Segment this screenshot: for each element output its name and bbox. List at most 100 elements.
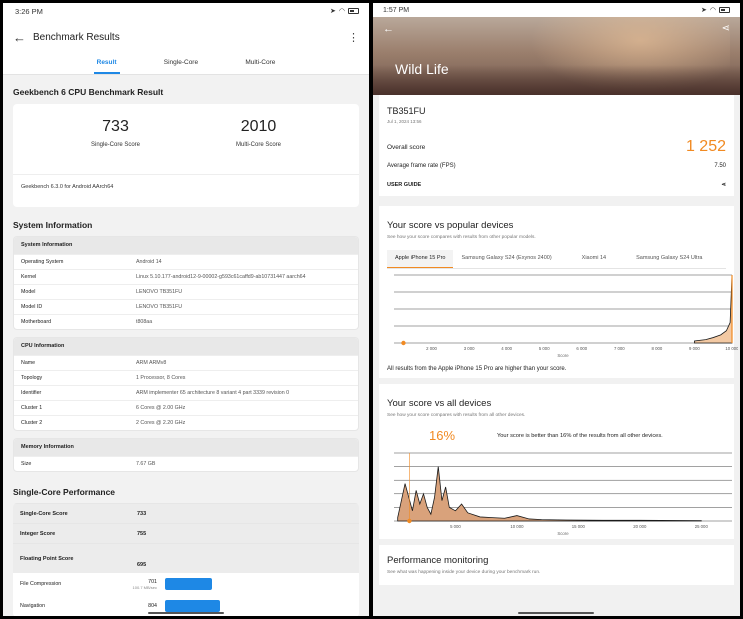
x-tick-label: 6 000 — [576, 346, 587, 351]
x-tick-label: 10 000 — [725, 346, 738, 351]
location-icon: ➤ — [701, 7, 707, 14]
table-row: Cluster 22 Cores @ 2.20 GHz — [14, 415, 358, 430]
status-time: 1:57 PM — [383, 6, 410, 14]
status-bar: 1:57 PM ➤ ◠ — [373, 3, 740, 17]
overall-score-label: Overall score — [387, 143, 426, 151]
result-card: TB351FU Jul 1, 2024 13:56 Overall score … — [379, 95, 734, 196]
your-score-marker — [401, 340, 406, 346]
geekbench-version: Geekbench 6.3.0 for Android AArch64 — [13, 174, 359, 199]
device-tabs: Apple iPhone 15 Pro Samsung Galaxy S24 (… — [387, 250, 726, 269]
system-info-table: System Information Operating System Andro… — [13, 236, 359, 330]
result-date: Jul 1, 2024 13:56 — [387, 119, 422, 124]
cpu-info-table: CPU Information Name ARM ARMv8 Topology 1 … — [13, 337, 359, 431]
fps-value: 7.50 — [714, 163, 726, 169]
x-axis-label: Score — [557, 531, 569, 536]
status-time: 3:26 PM — [15, 6, 43, 16]
section-description: See how your score compares with results… — [387, 235, 536, 240]
home-indicator[interactable] — [148, 612, 224, 614]
wifi-icon: ◠ — [709, 7, 716, 14]
section-title: Performance monitoring — [387, 555, 489, 566]
section-description: See what was happening inside your devic… — [387, 570, 541, 575]
tab-multi-core[interactable]: Multi-Core — [245, 55, 275, 74]
performance-monitoring-card: Performance monitoring See what was happ… — [379, 545, 734, 585]
x-tick-label: 10 000 — [510, 524, 524, 529]
section-title: Your score vs all devices — [387, 398, 492, 409]
app-bar: ← Benchmark Results ⋮ — [3, 19, 369, 55]
single-core-performance-heading: Single-Core Performance — [13, 487, 116, 497]
single-core-performance-table: Single-Core Score 733 Integer Score 755 Fl… — [13, 503, 359, 616]
table-row: Integer Score 755 — [13, 523, 359, 543]
table-row: Cluster 16 Cores @ 2.00 GHz — [14, 400, 358, 415]
x-tick-label: 9 000 — [689, 346, 700, 351]
table-row: Floating Point Score 695 — [13, 543, 359, 573]
memory-info-table: Memory Information Size 7.67 GB — [13, 438, 359, 472]
table-row: Topology 1 Processor, 8 Cores — [14, 370, 358, 385]
user-guide-link[interactable]: USER GUIDE — [387, 182, 421, 188]
x-tick-label: 15 000 — [572, 524, 586, 529]
x-tick-label: 7 000 — [614, 346, 625, 351]
multi-core-score: 2010 Multi-Core Score — [235, 118, 281, 148]
table-row: Single-Core Score 733 — [13, 503, 359, 523]
file-compression-row: File Compression 701 100.7 MB/sec — [13, 573, 359, 595]
device-name: TB351FU — [387, 106, 426, 116]
page-title: Benchmark Results — [33, 31, 120, 43]
share-icon[interactable]: ⋖ — [721, 182, 726, 188]
benchmark-title: Wild Life — [395, 61, 449, 77]
table-row: Operating System Android 14 — [14, 254, 358, 269]
percentile-value: 16% — [429, 428, 456, 443]
all-devices-card: Your score vs all devices See how your s… — [379, 384, 734, 539]
geekbench-panel: 3:26 PM ➤ ◠ ← Benchmark Results ⋮ Result… — [3, 3, 369, 616]
x-tick-label: 20 000 — [633, 524, 647, 529]
table-row: Kernel Linux 5.10.177-android12-9-00002-g… — [14, 269, 358, 284]
x-tick-label: 5 000 — [450, 524, 461, 529]
single-core-score: 733 Single-Core Score — [90, 118, 141, 148]
table-row: Model LENOVO TB351FU — [14, 284, 358, 299]
tab-device[interactable]: Samsung Galaxy S24 Ultra — [628, 250, 710, 268]
share-icon[interactable]: ⋖ — [722, 23, 730, 34]
popular-devices-card: Your score vs popular devices See how yo… — [379, 206, 738, 378]
all-devices-chart: 5 000 10 000 15 000 20 000 25 000 Score — [394, 452, 732, 536]
overall-score-value: 1 252 — [685, 138, 726, 155]
arrow-left-icon[interactable]: ← — [383, 23, 394, 35]
your-score-marker — [407, 518, 412, 524]
battery-icon — [719, 7, 730, 13]
comparison-note: All results from the Apple iPhone 15 Pro… — [387, 366, 567, 372]
x-tick-label: 25 000 — [695, 524, 709, 529]
table-row: Identifier ARM implementer 65 architectur… — [14, 385, 358, 400]
home-indicator[interactable] — [518, 612, 594, 614]
arrow-left-icon[interactable]: ← — [13, 30, 33, 45]
system-info-heading: System Information — [13, 220, 93, 230]
navigation-bar — [165, 600, 220, 612]
3dmark-panel: 1:57 PM ➤ ◠ ← ⋖ Wild Life TB351FU Jul 1,… — [373, 3, 740, 616]
hero-banner: ← ⋖ Wild Life — [373, 17, 740, 95]
score-card: 733 Single-Core Score 2010 Multi-Core Sc… — [13, 104, 359, 207]
result-heading: Geekbench 6 CPU Benchmark Result — [13, 87, 164, 97]
table-row: Size 7.67 GB — [14, 456, 358, 471]
section-title: Your score vs popular devices — [387, 220, 514, 231]
file-compression-bar — [165, 578, 212, 590]
tab-result[interactable]: Result — [93, 55, 120, 74]
table-row: Name ARM ARMv8 — [14, 355, 358, 370]
x-tick-label: 8 000 — [652, 346, 663, 351]
location-icon: ➤ — [330, 8, 336, 15]
x-tick-label: 2 000 — [426, 346, 437, 351]
tab-device[interactable]: Xiaomi 14 — [574, 250, 614, 268]
x-tick-label: 4 000 — [501, 346, 512, 351]
status-bar: 3:26 PM ➤ ◠ — [3, 3, 369, 19]
popular-devices-chart: 2 000 3 000 4 000 5 000 6 000 7 000 8 000 9 000… — [394, 274, 738, 358]
x-tick-label: 5 000 — [539, 346, 550, 351]
fps-label: Average frame rate (FPS) — [387, 163, 456, 169]
x-axis-label: Score — [557, 353, 569, 358]
x-tick-label: 3 000 — [464, 346, 475, 351]
battery-icon — [348, 8, 359, 14]
tab-single-core[interactable]: Single-Core — [164, 55, 198, 74]
section-description: See how your score compares with results… — [387, 413, 526, 418]
wifi-icon: ◠ — [338, 8, 345, 15]
table-row: Model ID LENOVO TB351FU — [14, 299, 358, 314]
table-row: Motherboard t808aa — [14, 314, 358, 329]
tab-device[interactable]: Samsung Galaxy S24 (Exynos 2400) — [453, 250, 559, 268]
tab-device[interactable]: Apple iPhone 15 Pro — [387, 250, 454, 268]
percentile-text: Your score is better than 16% of the res… — [497, 432, 663, 439]
result-tabs: Result Single-Core Multi-Core — [3, 55, 369, 75]
more-vert-icon[interactable]: ⋮ — [348, 31, 359, 44]
